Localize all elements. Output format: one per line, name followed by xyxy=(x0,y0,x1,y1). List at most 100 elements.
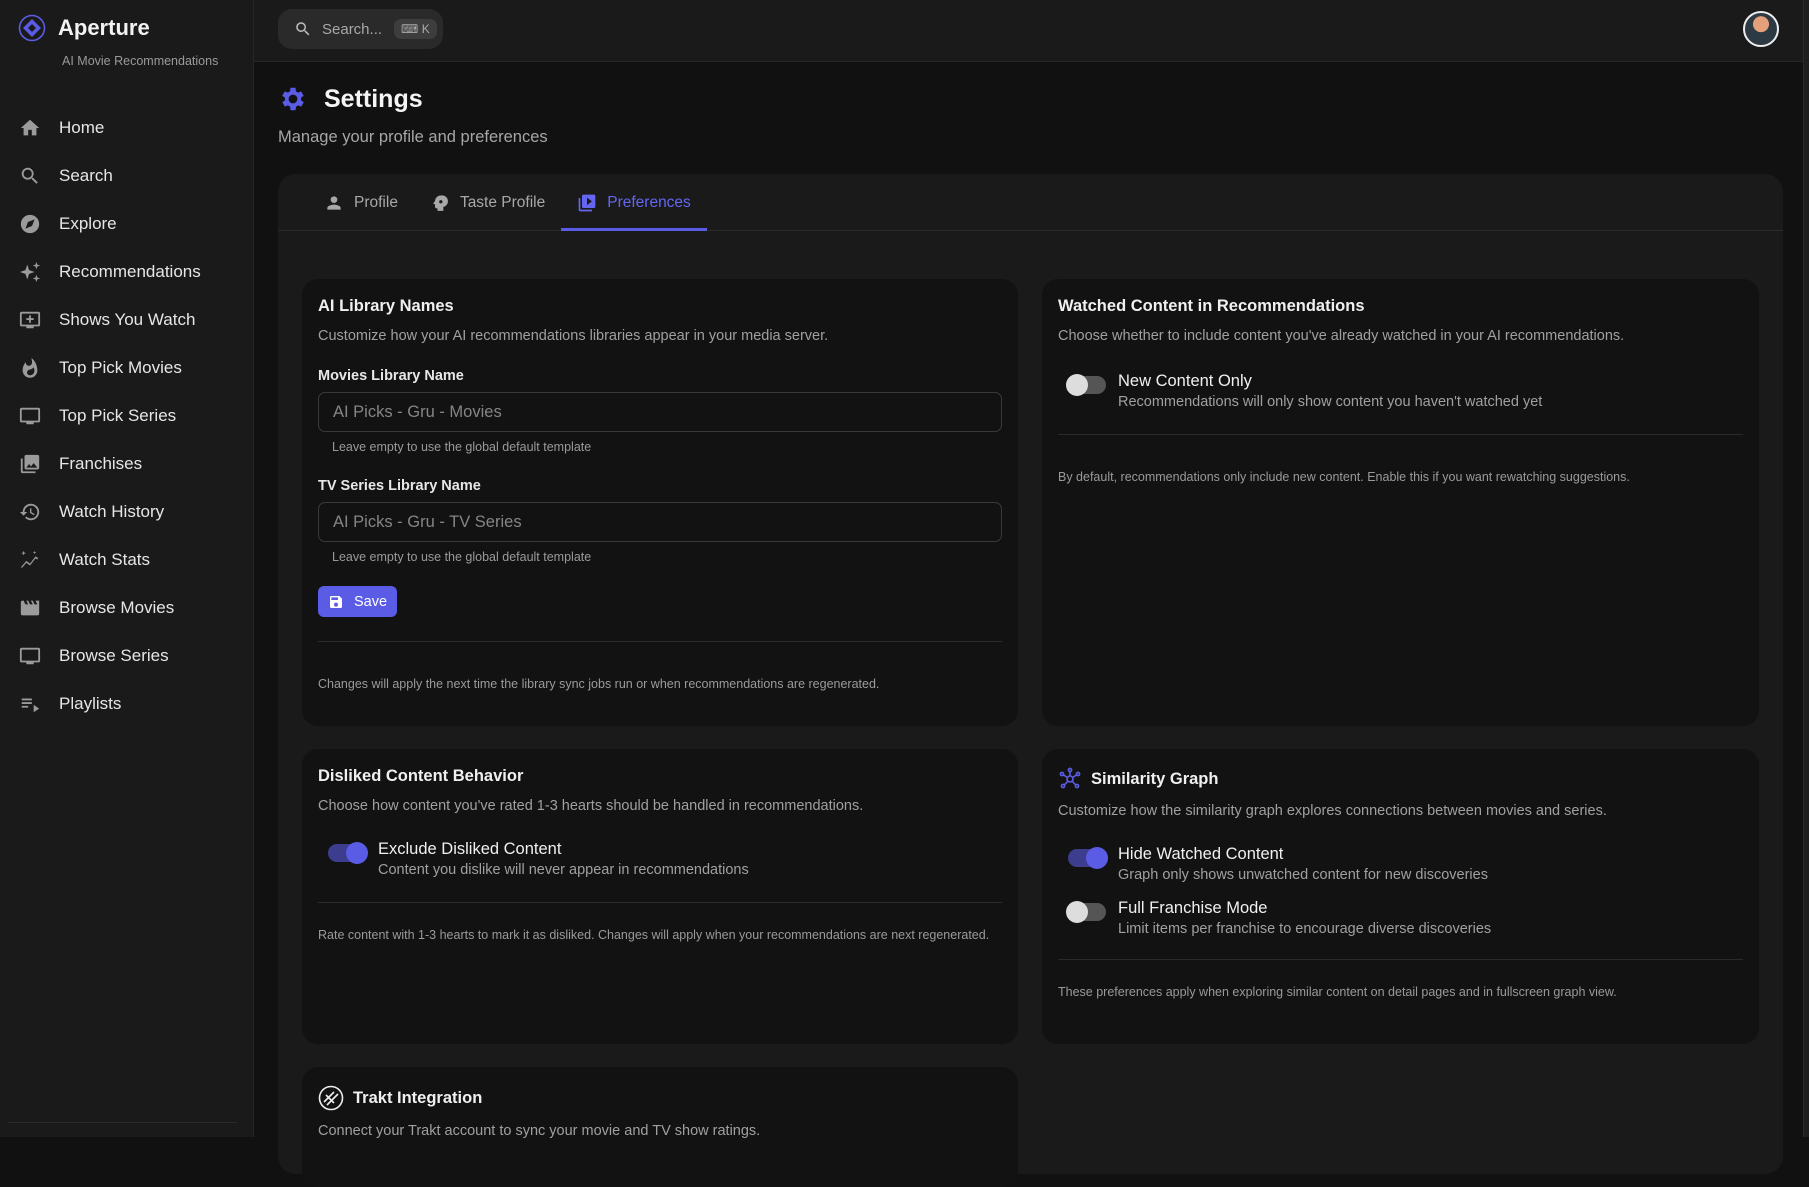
sidebar-item-label: Search xyxy=(59,166,113,185)
sidebar-item-label: Watch History xyxy=(59,502,165,521)
user-avatar[interactable] xyxy=(1743,11,1779,47)
tab-profile[interactable]: Profile xyxy=(308,174,414,231)
divider xyxy=(1058,434,1743,435)
global-search-button[interactable]: Search... ⌨ K xyxy=(278,9,443,49)
card-title-row: Similarity Graph xyxy=(1058,767,1743,791)
toggle-title: New Content Only xyxy=(1118,372,1252,390)
series-library-hint: Leave empty to use the global default te… xyxy=(332,550,592,564)
sparkles-icon xyxy=(19,261,41,283)
shortcut-key: K xyxy=(421,22,430,36)
divider xyxy=(318,902,1002,903)
sidebar-item-label: Recommendations xyxy=(59,262,201,281)
sidebar-item-label: Top Pick Series xyxy=(59,406,177,425)
watched-content-card: Watched Content in Recommendations Choos… xyxy=(1042,279,1759,726)
sidebar: Aperture AI Movie Recommendations Home S… xyxy=(0,0,254,1137)
similarity-graph-card: Similarity Graph Customize how the simil… xyxy=(1042,749,1759,1044)
sidebar-item-home[interactable]: Home xyxy=(0,104,253,152)
fire-icon xyxy=(22,357,38,378)
psychology-icon xyxy=(433,194,448,211)
home-icon xyxy=(20,119,40,136)
sidebar-item-search[interactable]: Search xyxy=(0,152,253,200)
toggle-title: Exclude Disliked Content xyxy=(378,840,562,858)
settings-tabs: Profile Taste Profile Preferences xyxy=(278,174,1783,231)
toggle-description: Recommendations will only show content y… xyxy=(1118,394,1543,410)
card-title: AI Library Names xyxy=(318,297,454,315)
trakt-integration-card: Trakt Integration Connect your Trakt acc… xyxy=(302,1067,1018,1187)
save-label: Save xyxy=(354,593,388,610)
chart-icon xyxy=(20,550,39,568)
brand-name: Aperture xyxy=(58,15,150,40)
sidebar-item-label: Explore xyxy=(59,214,117,233)
sidebar-item-watch-stats[interactable]: Watch Stats xyxy=(0,536,253,584)
sidebar-item-label: Franchises xyxy=(59,454,143,473)
full-franchise-toggle[interactable] xyxy=(1066,901,1106,923)
keyboard-icon: ⌨ xyxy=(401,22,422,36)
hide-watched-setting: Hide Watched Content Graph only shows unw… xyxy=(1058,845,1743,883)
search-placeholder: Search... xyxy=(322,20,383,38)
sidebar-item-recommendations[interactable]: Recommendations xyxy=(0,248,253,296)
card-footer-note: These preferences apply when exploring s… xyxy=(1058,985,1617,999)
toggle-title: Full Franchise Mode xyxy=(1118,899,1268,917)
movies-library-label: Movies Library Name xyxy=(318,368,464,384)
brand[interactable]: Aperture xyxy=(18,14,150,42)
new-content-only-setting: New Content Only Recommendations will onl… xyxy=(1058,372,1743,410)
card-title-row: Trakt Integration xyxy=(318,1085,1002,1111)
sidebar-item-explore[interactable]: Explore xyxy=(0,200,253,248)
history-icon xyxy=(19,503,40,521)
series-library-input[interactable] xyxy=(318,502,1002,542)
clapperboard-icon xyxy=(20,600,40,616)
trakt-logo-icon xyxy=(318,1085,344,1111)
search-icon xyxy=(21,167,38,184)
photo-library-icon xyxy=(20,454,40,474)
new-content-only-toggle[interactable] xyxy=(1066,374,1106,396)
sidebar-item-playlists[interactable]: Playlists xyxy=(0,680,253,728)
series-library-label: TV Series Library Name xyxy=(318,478,481,494)
movies-library-input[interactable] xyxy=(318,392,1002,432)
tab-preferences[interactable]: Preferences xyxy=(561,174,707,231)
sidebar-item-label: Home xyxy=(59,118,105,137)
card-footer-note: Rate content with 1-3 hearts to mark it … xyxy=(318,928,990,942)
sidebar-item-label: Playlists xyxy=(59,694,122,713)
toggle-description: Content you dislike will never appear in… xyxy=(378,862,749,878)
tab-label: Profile xyxy=(354,193,398,211)
sidebar-item-watch-history[interactable]: Watch History xyxy=(0,488,253,536)
full-franchise-setting: Full Franchise Mode Limit items per franc… xyxy=(1058,899,1743,937)
sidebar-item-top-pick-series[interactable]: Top Pick Series xyxy=(0,392,253,440)
sidebar-item-franchises[interactable]: Franchises xyxy=(0,440,253,488)
tab-taste-profile[interactable]: Taste Profile xyxy=(414,174,561,231)
sidebar-item-label: Watch Stats xyxy=(59,550,151,569)
divider xyxy=(318,641,1002,642)
ai-library-names-card: AI Library Names Customize how your AI r… xyxy=(302,279,1018,726)
card-title: Trakt Integration xyxy=(353,1088,483,1107)
card-title: Disliked Content Behavior xyxy=(318,767,524,785)
toggle-description: Limit items per franchise to encourage d… xyxy=(1118,921,1492,937)
page-subtitle: Manage your profile and preferences xyxy=(278,128,548,146)
toggle-title: Hide Watched Content xyxy=(1118,845,1284,863)
movies-library-hint: Leave empty to use the global default te… xyxy=(332,440,592,454)
sidebar-item-label: Browse Movies xyxy=(59,598,175,617)
video-library-icon xyxy=(578,194,596,211)
sidebar-item-browse-series[interactable]: Browse Series xyxy=(0,632,253,680)
card-description: Customize how your AI recommendations li… xyxy=(318,328,829,344)
person-icon xyxy=(327,195,341,210)
sidebar-item-shows-you-watch[interactable]: Shows You Watch xyxy=(0,296,253,344)
exclude-disliked-toggle[interactable] xyxy=(328,842,368,864)
sidebar-item-browse-movies[interactable]: Browse Movies xyxy=(0,584,253,632)
gear-icon xyxy=(282,87,304,111)
page-scrollbar[interactable] xyxy=(1803,0,1809,1137)
save-button[interactable]: Save xyxy=(318,586,398,617)
tab-label: Preferences xyxy=(607,193,691,211)
sidebar-nav: Home Search Explore Recommendations Show… xyxy=(0,104,253,728)
divider xyxy=(1058,959,1743,960)
exclude-disliked-setting: Exclude Disliked Content Content you disl… xyxy=(318,840,1002,878)
sidebar-item-top-pick-movies[interactable]: Top Pick Movies xyxy=(0,344,253,392)
graph-network-icon xyxy=(1059,767,1081,789)
sidebar-item-label: Top Pick Movies xyxy=(59,358,182,377)
aperture-logo-icon xyxy=(18,14,46,42)
sidebar-divider xyxy=(8,1122,237,1123)
hide-watched-toggle[interactable] xyxy=(1068,847,1108,869)
card-footer-note: Changes will apply the next time the lib… xyxy=(318,677,880,691)
search-icon xyxy=(296,22,310,36)
top-bar: Search... ⌨ K xyxy=(254,0,1809,62)
page-title: Settings xyxy=(324,84,423,113)
